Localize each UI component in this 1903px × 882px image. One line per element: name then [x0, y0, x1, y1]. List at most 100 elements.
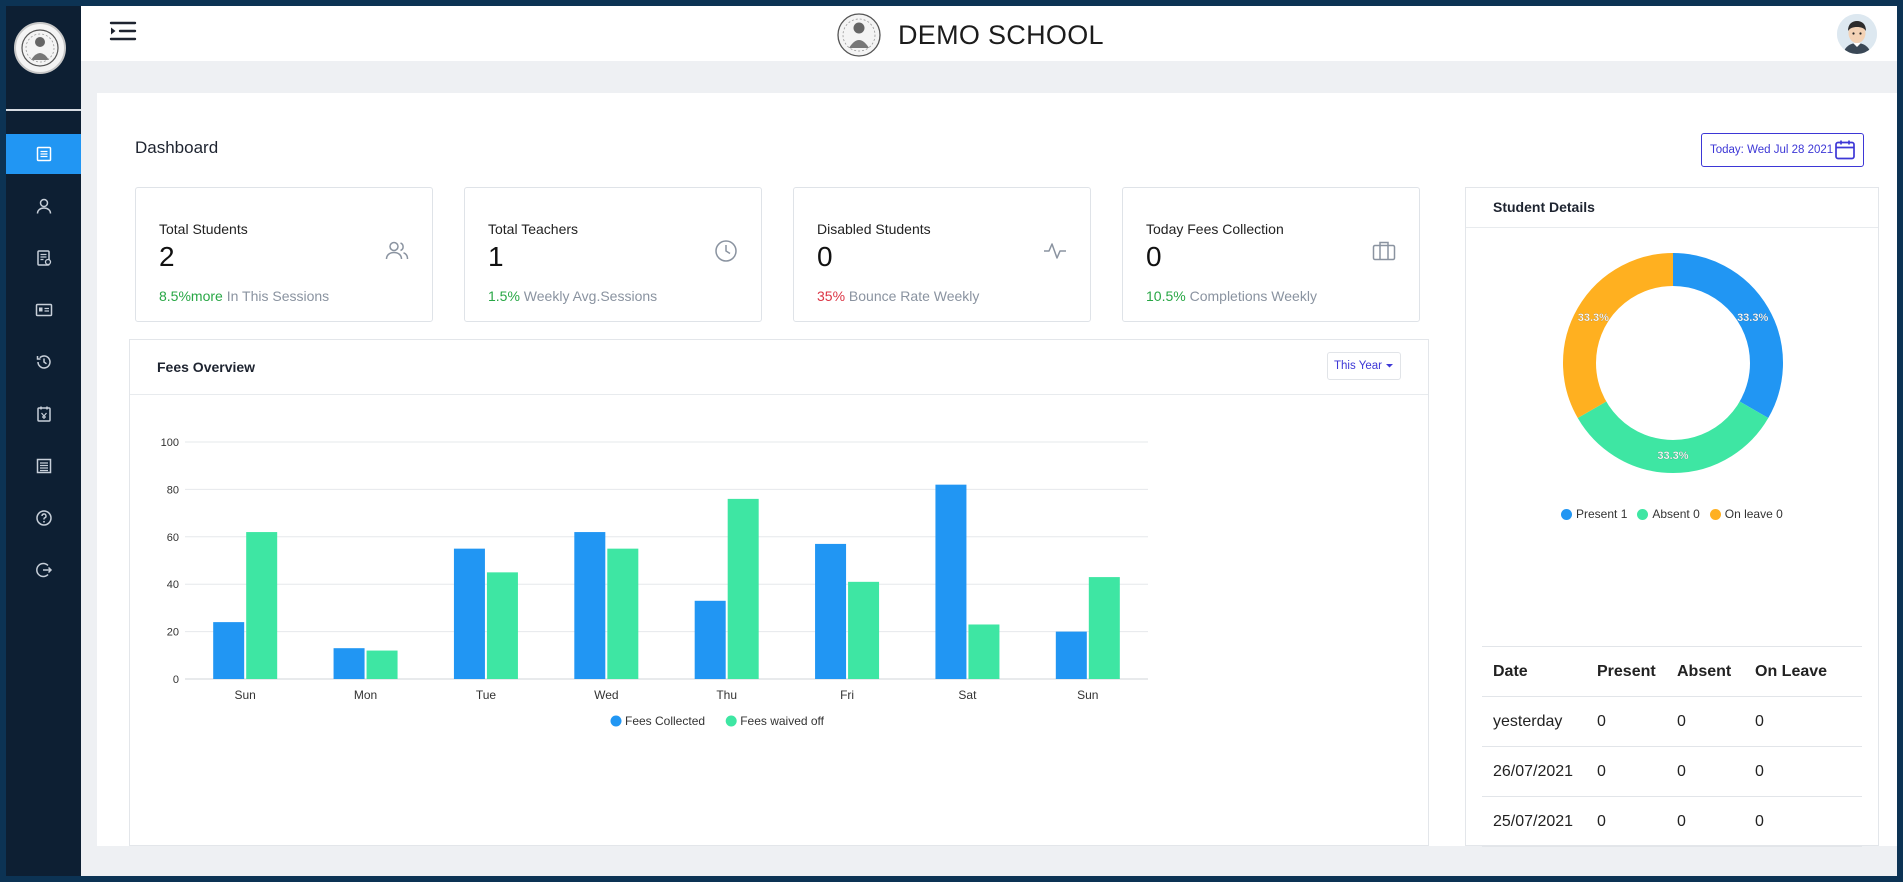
sidebar-item-fees[interactable]	[6, 394, 81, 434]
x-tick-label: Fri	[840, 688, 854, 702]
bar-fees-waived-6	[968, 624, 1000, 679]
legend-label: On leave 0	[1724, 507, 1783, 521]
menu-icon	[109, 21, 137, 41]
report-icon	[36, 250, 51, 266]
table-cell: 0	[1666, 696, 1744, 747]
bar-fees-collected-2	[453, 548, 485, 679]
sidebar-item-id-cards[interactable]	[6, 290, 81, 330]
fees-overview-panel: Fees Overview This Year 0 20 40 60 80 100 Sun M…	[129, 339, 1429, 846]
bar-fees-collected-7	[1055, 631, 1087, 679]
user-avatar[interactable]	[1837, 14, 1877, 54]
bar-fees-collected-3	[574, 532, 606, 679]
logout-icon	[35, 562, 52, 578]
fees-overview-header: Fees Overview This Year	[130, 340, 1428, 395]
bar-fees-collected-4	[694, 600, 726, 679]
stat-footer: 35% Bounce Rate Weekly	[817, 288, 979, 304]
legend-label: Absent 0	[1652, 507, 1700, 521]
legend-item-absent[interactable]: Absent 0	[1637, 507, 1700, 521]
student-details-header: Student Details	[1466, 188, 1878, 228]
student-details-title: Student Details	[1493, 199, 1595, 215]
period-dropdown[interactable]: This Year	[1327, 352, 1401, 380]
table-cell: 0	[1586, 796, 1666, 847]
help-icon	[35, 510, 52, 526]
donut-data-label: 33.3%	[1657, 450, 1688, 462]
legend-label: Fees Collected	[625, 714, 705, 728]
stat-percent: 1.5%	[488, 288, 520, 304]
x-tick-label: Sun	[235, 688, 256, 702]
bar-fees-collected-0	[213, 622, 245, 679]
y-tick-label: 60	[167, 532, 179, 544]
table-cell: 0	[1744, 796, 1862, 847]
student-details-panel: Student Details 33.3% 33.3% 33.3% Present …	[1465, 187, 1879, 847]
legend-item-on-leave[interactable]: On leave 0	[1709, 507, 1783, 521]
table-cell: 0	[1744, 696, 1862, 747]
bar-fees-collected-1	[333, 648, 365, 679]
legend-item-present[interactable]: Present 1	[1561, 507, 1627, 521]
legend-dot	[610, 715, 622, 727]
stat-footer: 8.5%more In This Sessions	[159, 288, 329, 304]
bar-fees-waived-1	[366, 650, 398, 679]
column-header: Absent	[1666, 646, 1744, 697]
y-tick-label: 0	[173, 674, 179, 686]
donut-inner-edge	[1596, 286, 1750, 440]
stat-value: 2	[159, 241, 175, 272]
app-frame: DEMO SCHOOL Dashboard Today: Wed Jul 28 …	[6, 6, 1897, 876]
bar-fees-waived-5	[848, 581, 880, 679]
table-cell: 25/07/2021	[1482, 796, 1586, 847]
top-bar: DEMO SCHOOL	[81, 6, 1897, 61]
stat-percent: 10.5%	[1146, 288, 1186, 304]
legend-dot	[725, 715, 737, 727]
sidebar-item-help[interactable]	[6, 498, 81, 538]
period-label: This Year	[1334, 360, 1382, 372]
bar-fees-waived-2	[486, 572, 518, 679]
fee-calendar-icon	[36, 406, 51, 422]
fees-bar-chart: 0 20 40 60 80 100 Sun Mon Tue Wed Thu Fri Sat Sun Fees…	[161, 437, 1148, 728]
table-cell: yesterday	[1482, 696, 1586, 747]
sidebar-item-users[interactable]	[6, 186, 81, 226]
table-row: yesterday 0 0 0	[1482, 696, 1862, 747]
donut-slice-on-leave	[1563, 253, 1674, 418]
sidebar-item-history[interactable]	[6, 342, 81, 382]
school-emblem-icon	[837, 13, 881, 57]
sidebar-item-reports[interactable]	[6, 238, 81, 278]
main-content: Dashboard Today: Wed Jul 28 2021 Total S…	[97, 93, 1897, 847]
y-tick-label: 40	[167, 579, 179, 591]
sidebar-item-records[interactable]	[6, 446, 81, 486]
legend-dot	[1561, 508, 1572, 520]
clock-icon	[715, 240, 737, 262]
legend-label: Present 1	[1576, 507, 1628, 521]
id-card-icon	[35, 303, 52, 317]
attendance-donut-chart: 33.3% 33.3% 33.3%	[1563, 253, 1783, 473]
stat-label: Total Teachers	[488, 221, 579, 237]
calendar-icon	[1835, 140, 1855, 160]
stat-percent: 8.5%more	[159, 288, 223, 304]
sidebar	[6, 6, 81, 876]
stat-percent: 35%	[817, 288, 846, 304]
x-tick-label: Sun	[1077, 688, 1098, 702]
stat-caption: Weekly Avg.Sessions	[519, 288, 658, 304]
legend-dot	[1637, 508, 1649, 520]
table-header-row: Date Present Absent On Leave	[1482, 646, 1862, 697]
stat-card-today-fees: Today Fees Collection 0 10.5% Completion…	[1122, 187, 1420, 322]
stat-card-total-teachers: Total Teachers 1 1.5% Weekly Avg.Session…	[464, 187, 762, 322]
activity-icon	[1044, 243, 1066, 259]
sidebar-divider	[6, 109, 81, 111]
menu-toggle-button[interactable]	[107, 18, 139, 46]
table-cell: 26/07/2021	[1482, 746, 1586, 797]
bar-fees-waived-7	[1088, 577, 1120, 679]
stat-caption: Bounce Rate Weekly	[845, 288, 980, 304]
table-cell: 0	[1586, 746, 1666, 797]
today-date-label: Today: Wed Jul 28 2021	[1710, 144, 1834, 156]
table-cell: 0	[1666, 796, 1744, 847]
x-tick-label: Wed	[594, 688, 618, 702]
sidebar-item-dashboard[interactable]	[6, 134, 81, 174]
today-date-button[interactable]: Today: Wed Jul 28 2021	[1701, 133, 1864, 167]
stat-card-total-students: Total Students 2 8.5%more In This Sessio…	[135, 187, 433, 322]
legend-label: Fees waived off	[740, 714, 824, 728]
bar-fees-waived-3	[607, 548, 639, 679]
y-tick-label: 20	[167, 627, 179, 639]
school-logo[interactable]	[14, 22, 66, 74]
stat-label: Today Fees Collection	[1146, 221, 1284, 237]
bar-fees-waived-0	[246, 532, 278, 679]
sidebar-item-logout[interactable]	[6, 550, 81, 590]
